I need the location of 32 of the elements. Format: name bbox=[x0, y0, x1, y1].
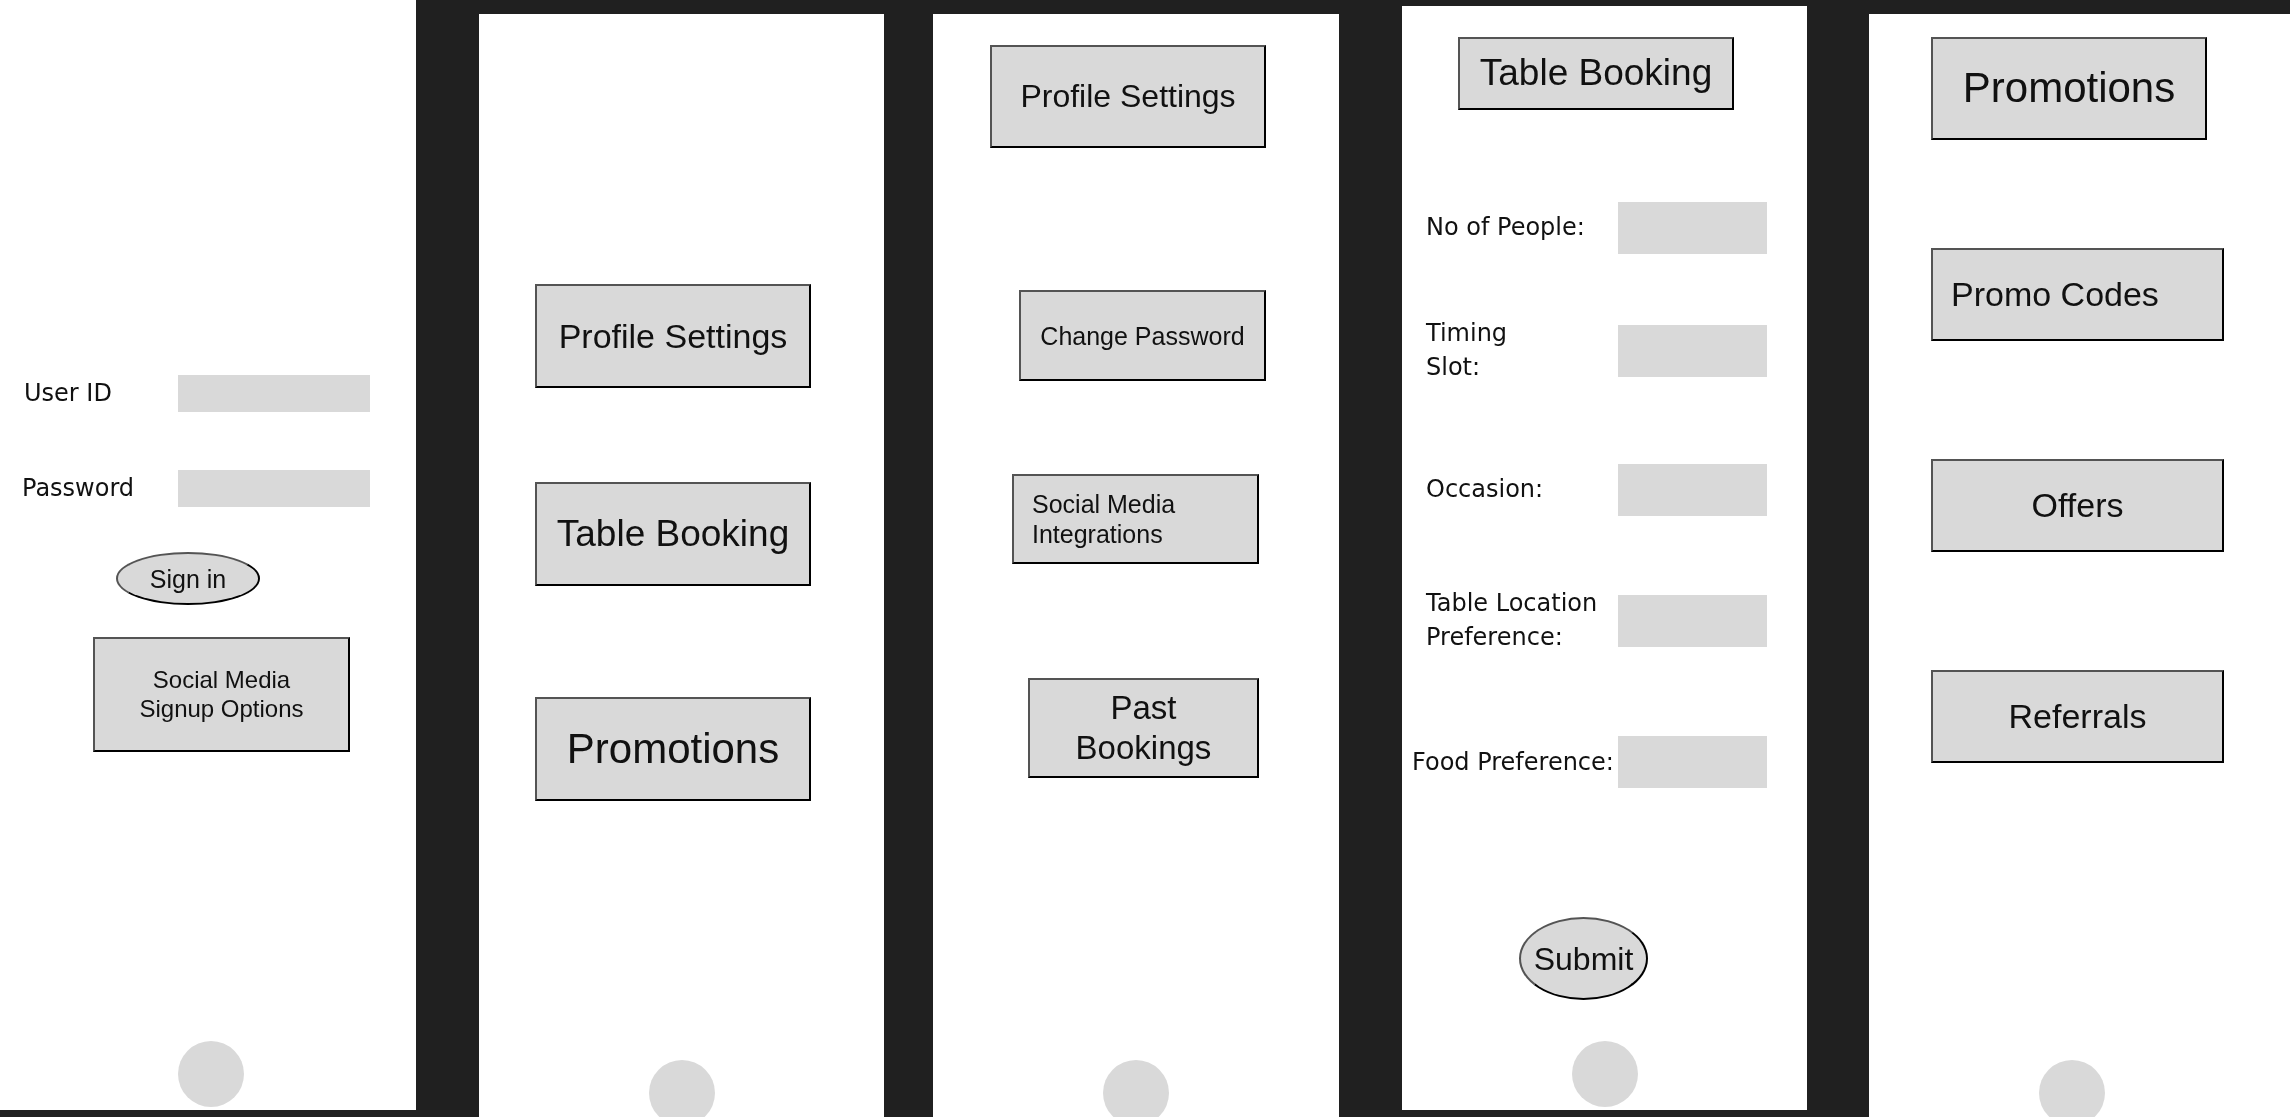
input-field[interactable] bbox=[1618, 594, 1767, 647]
input-field[interactable] bbox=[1618, 324, 1767, 377]
input-field[interactable] bbox=[1618, 736, 1767, 789]
menu-button[interactable]: Offers bbox=[1931, 459, 2224, 552]
menu-button[interactable]: Past Bookings bbox=[1028, 678, 1259, 778]
menu-button[interactable]: Promotions bbox=[535, 697, 811, 801]
pill-button[interactable]: Submit bbox=[1519, 917, 1648, 1001]
menu-button[interactable]: Table Booking bbox=[1458, 37, 1734, 110]
field-label: User ID bbox=[24, 377, 112, 409]
input-field[interactable] bbox=[178, 375, 370, 412]
menu-button[interactable]: Promo Codes bbox=[1931, 248, 2224, 341]
menu-button[interactable]: Profile Settings bbox=[990, 45, 1266, 148]
input-field[interactable] bbox=[1618, 202, 1767, 254]
menu-button[interactable]: Change Password bbox=[1019, 290, 1266, 381]
menu-button[interactable]: Referrals bbox=[1931, 670, 2224, 763]
field-label: Occasion: bbox=[1426, 474, 1544, 506]
field-label: Password bbox=[22, 472, 135, 504]
field-label: Table Location Preference: bbox=[1426, 588, 1598, 653]
pill-button[interactable]: Sign in bbox=[116, 552, 260, 605]
menu-button[interactable]: Social Media Signup Options bbox=[93, 637, 350, 752]
menu-button[interactable]: Profile Settings bbox=[535, 284, 811, 388]
field-label: Food Preference: bbox=[1412, 746, 1614, 778]
home-button[interactable] bbox=[1103, 1060, 1169, 1117]
menu-button[interactable]: Table Booking bbox=[535, 482, 811, 586]
field-label: Timing Slot: bbox=[1426, 318, 1508, 383]
menu-button[interactable]: Promotions bbox=[1931, 37, 2207, 140]
field-label: No of People: bbox=[1426, 212, 1585, 244]
menu-button[interactable]: Social Media Integrations bbox=[1012, 474, 1259, 564]
input-field[interactable] bbox=[178, 470, 370, 507]
home-button[interactable] bbox=[649, 1060, 715, 1117]
input-field[interactable] bbox=[1618, 464, 1767, 517]
home-button[interactable] bbox=[2039, 1060, 2105, 1117]
